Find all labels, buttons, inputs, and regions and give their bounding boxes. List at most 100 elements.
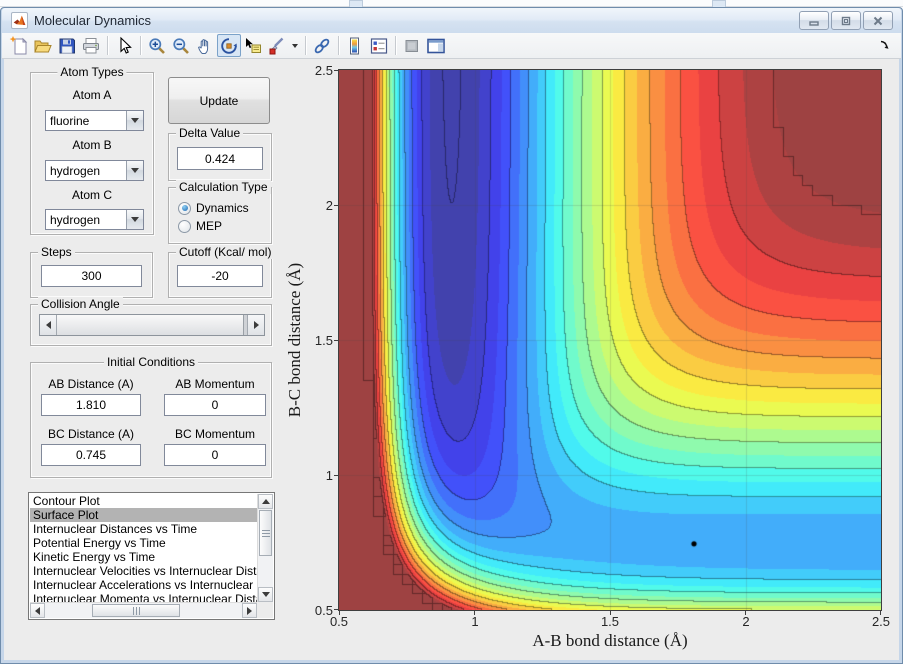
list-item[interactable]: Internuclear Accelerations vs Internucle…: [30, 578, 257, 592]
atom-c-label: Atom C: [71, 188, 112, 202]
rotate-3d-icon[interactable]: [217, 34, 241, 57]
toolbar-separator: [395, 36, 396, 55]
toolbar-separator: [305, 36, 306, 55]
horizontal-scrollbar[interactable]: [30, 602, 257, 618]
scroll-left-button[interactable]: [30, 603, 45, 618]
y-tick-label: 1: [325, 468, 333, 483]
vertical-scrollbar[interactable]: [257, 494, 273, 602]
bc-distance-field[interactable]: [41, 444, 141, 466]
ab-momentum-field[interactable]: [164, 394, 266, 416]
y-tick-mark: [334, 475, 338, 476]
collision-angle-slider[interactable]: [39, 314, 265, 336]
print-icon[interactable]: [79, 34, 103, 57]
atom-b-value: hydrogen: [50, 163, 101, 178]
list-item[interactable]: Internuclear Momenta vs Internuclear Dis…: [30, 592, 257, 602]
scrollbar-corner: [257, 602, 273, 618]
scroll-down-button[interactable]: [258, 587, 273, 602]
dropdown-arrow-icon[interactable]: [126, 111, 143, 130]
zoom-in-icon[interactable]: [145, 34, 169, 57]
y-tick-mark: [334, 609, 338, 610]
x-tick-mark: [610, 611, 611, 615]
screen: Molecular Dynamics Atom Types Atom A flu…: [0, 0, 903, 664]
steps-panel: Steps: [30, 245, 153, 298]
hide-plot-tools-icon[interactable]: [400, 34, 424, 57]
radio-label: Dynamics: [196, 201, 249, 215]
y-tick-label: 2.5: [314, 63, 333, 78]
radio-label: MEP: [196, 219, 223, 233]
mep-radio[interactable]: MEP: [178, 219, 222, 233]
brush-data-icon[interactable]: [265, 34, 289, 57]
ab-distance-field[interactable]: [41, 394, 141, 416]
cutoff-panel: Cutoff (Kcal/ mol): [168, 245, 275, 298]
open-file-icon[interactable]: [31, 34, 55, 57]
steps-field[interactable]: [41, 265, 142, 287]
list-item[interactable]: Contour Plot: [30, 494, 257, 508]
x-tick-mark: [880, 611, 881, 615]
x-tick-mark: [745, 611, 746, 615]
y-tick-mark: [334, 340, 338, 341]
panel-title: Steps: [38, 245, 75, 259]
titlebar[interactable]: Molecular Dynamics: [2, 8, 901, 33]
save-icon[interactable]: [55, 34, 79, 57]
slider-thumb[interactable]: [57, 315, 244, 335]
atom-a-dropdown[interactable]: fluorine: [45, 110, 144, 131]
ab-distance-label: AB Distance (A): [48, 377, 134, 391]
toolbar-separator: [140, 36, 141, 55]
y-tick-label: 1.5: [314, 333, 333, 348]
y-tick-mark: [334, 70, 338, 71]
pan-hand-icon[interactable]: [193, 34, 217, 57]
bc-momentum-label: BC Momentum: [174, 427, 256, 441]
x-tick-label: 1.5: [600, 614, 620, 629]
edit-plot-arrow-icon[interactable]: [112, 34, 136, 57]
atom-b-dropdown[interactable]: hydrogen: [45, 160, 144, 181]
horizontal-scrollbar-thumb[interactable]: [92, 604, 180, 617]
bc-distance-label: BC Distance (A): [47, 427, 135, 441]
cutoff-field[interactable]: [177, 265, 263, 287]
slider-left-arrow[interactable]: [40, 315, 57, 335]
link-plot-icon[interactable]: [310, 34, 334, 57]
radio-unselected-icon[interactable]: [178, 219, 191, 233]
list-item[interactable]: Potential Energy vs Time: [30, 536, 257, 550]
ab-momentum-label: AB Momentum: [175, 377, 255, 391]
list-item-selected[interactable]: Surface Plot: [30, 508, 257, 522]
dropdown-arrow-icon[interactable]: [126, 210, 143, 229]
list-item[interactable]: Internuclear Distances vs Time: [30, 522, 257, 536]
list-item[interactable]: Kinetic Energy vs Time: [30, 550, 257, 564]
atom-c-dropdown[interactable]: hydrogen: [45, 209, 144, 230]
initial-conditions-panel: Initial Conditions AB Distance (A) AB Mo…: [30, 355, 272, 478]
y-tick-label: 2: [325, 198, 333, 213]
new-file-icon[interactable]: [7, 34, 31, 57]
background-window-sliver: [712, 0, 726, 7]
update-button[interactable]: Update: [168, 77, 270, 124]
x-tick-label: 0.5: [329, 614, 349, 629]
zoom-out-icon[interactable]: [169, 34, 193, 57]
panel-title: Collision Angle: [38, 297, 123, 311]
slider-right-arrow[interactable]: [247, 315, 264, 335]
plot-type-listbox[interactable]: Contour Plot Surface Plot Internuclear D…: [28, 492, 275, 620]
insert-legend-icon[interactable]: [367, 34, 391, 57]
close-button[interactable]: [863, 11, 893, 30]
minimize-button[interactable]: [799, 11, 829, 30]
contour-plot[interactable]: [338, 69, 882, 611]
x-tick-label: 1: [471, 614, 479, 629]
scroll-right-button[interactable]: [242, 603, 257, 618]
show-plot-tools-dock-icon[interactable]: [424, 34, 448, 57]
brush-dropdown-caret-icon[interactable]: [292, 43, 298, 48]
restore-button[interactable]: [831, 11, 861, 30]
listbox-rows: Contour Plot Surface Plot Internuclear D…: [30, 494, 257, 602]
calculation-type-panel: Calculation Type Dynamics MEP: [168, 180, 272, 244]
radio-selected-icon[interactable]: [178, 201, 191, 215]
scroll-up-button[interactable]: [258, 494, 273, 509]
dropdown-arrow-icon[interactable]: [126, 161, 143, 180]
panel-title: Atom Types: [57, 65, 127, 79]
data-cursor-icon[interactable]: [241, 34, 265, 57]
bc-momentum-field[interactable]: [164, 444, 266, 466]
list-item[interactable]: Internuclear Velocities vs Internuclear …: [30, 564, 257, 578]
delta-value-field[interactable]: [177, 147, 263, 170]
insert-colorbar-icon[interactable]: [343, 34, 367, 57]
toolbar-overflow-icon[interactable]: [878, 38, 891, 56]
atom-a-value: fluorine: [50, 113, 90, 128]
vertical-scrollbar-thumb[interactable]: [259, 510, 272, 556]
panel-title: Cutoff (Kcal/ mol): [176, 245, 275, 259]
dynamics-radio[interactable]: Dynamics: [178, 201, 249, 215]
